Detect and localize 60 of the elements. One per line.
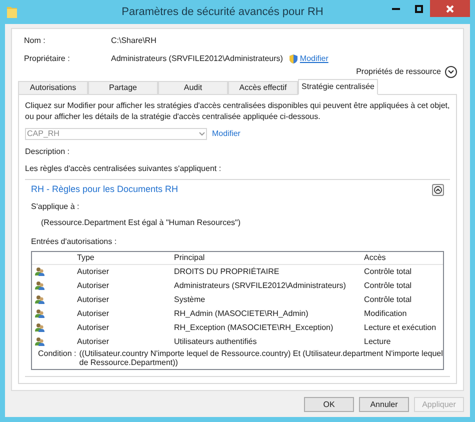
table-cell-text: RH_Admin (MASOCIETE\RH_Admin) — [174, 308, 310, 320]
column-header: Type — [77, 252, 96, 264]
maximize-icon — [414, 4, 422, 12]
description-label: Description : — [25, 146, 70, 158]
users-icon — [35, 267, 45, 276]
table-cell-text: Contrôle total — [364, 266, 413, 278]
column-header: Principal — [174, 252, 206, 264]
folder-icon — [7, 6, 17, 18]
column-header: Accès — [364, 252, 387, 264]
condition-text: ((Utilisateur.country N'importe lequel de Ressource.country) Et (Utilisateur.department N'importe lequel de Ressource.Department)) — [79, 348, 443, 366]
collapse-button[interactable] — [432, 184, 444, 196]
tab[interactable]: Autorisations — [18, 81, 88, 95]
table-cell-text: Lecture — [364, 336, 392, 348]
field-label: Nom : — [24, 35, 46, 47]
users-icon — [35, 295, 45, 304]
chevron-down-icon — [448, 70, 454, 74]
field-value: Administrateurs (SRVFILE2012\Administrateurs) — [111, 53, 283, 65]
condition-label: Condition : — [38, 348, 76, 360]
applies-to-condition: (Ressource.Department Est égal à "Human Resources") — [40, 216, 242, 228]
table-cell-text: Modification — [364, 308, 408, 320]
table-cell-text: Système — [174, 294, 206, 306]
table-cell-text: Utilisateurs authentifiés — [174, 336, 258, 348]
chevron-up-icon — [434, 186, 442, 194]
modify-link[interactable]: Modifier — [300, 53, 328, 65]
users-icon — [35, 323, 45, 332]
instruction-text: Cliquez sur Modifier pour afficher les stratégies d'accès centralisées disponibles qui peuvent être appliquées à cet objet, ou pour afficher les détails de la stratégie d'accès centralisée appliquée ci-dessous. — [25, 100, 450, 122]
table-cell-text: Contrôle total — [364, 280, 413, 292]
rule-title: RH - Règles pour les Documents RH — [31, 183, 178, 196]
table-cell-text: Autoriser — [77, 308, 110, 320]
users-icon — [35, 281, 45, 290]
table-cell-text: Autoriser — [77, 322, 110, 334]
table-cell-text: Contrôle total — [364, 294, 413, 306]
field-label: Propriétaire : — [24, 53, 71, 65]
tab[interactable]: Audit — [158, 81, 228, 95]
window-title: Paramètres de sécurité avancés pour RH — [120, 4, 324, 20]
dialog-button[interactable]: OK — [304, 397, 354, 412]
table-cell-text: Autoriser — [77, 294, 110, 306]
table-cell-text: RH_Exception (MASOCIETE\RH_Exception) — [174, 322, 334, 334]
users-icon — [35, 337, 45, 346]
table-cell-text: Autoriser — [77, 266, 110, 278]
tab[interactable]: Stratégie centralisée — [298, 79, 378, 95]
close-icon — [446, 4, 454, 12]
table-cell-text: Lecture et exécution — [364, 322, 438, 334]
resource-properties-label: Propriétés de ressource — [356, 66, 441, 78]
close-button[interactable] — [430, 0, 470, 17]
tab[interactable]: Partage — [88, 81, 158, 95]
users-icon — [35, 309, 45, 318]
table-cell-text: Autoriser — [77, 280, 110, 292]
permission-entries-label: Entrées d'autorisations : — [31, 236, 118, 248]
dialog-button[interactable]: Annuler — [359, 397, 409, 412]
table-cell-text: Administrateurs (SRVFILE2012\Administrateurs) — [174, 280, 347, 292]
table-cell-text: Autoriser — [77, 336, 110, 348]
applies-to-label: S'applique à : — [31, 200, 80, 212]
tab[interactable]: Accès effectif — [228, 81, 298, 95]
rules-label: Les règles d'accès centralisées suivantes s'appliquent : — [25, 163, 222, 175]
minimize-icon — [392, 7, 400, 10]
shield-icon — [288, 54, 298, 64]
expand-button[interactable] — [445, 66, 457, 78]
field-value: C:\Share\RH — [111, 35, 156, 47]
table-cell-text: DROITS DU PROPRIÉTAIRE — [174, 266, 280, 278]
